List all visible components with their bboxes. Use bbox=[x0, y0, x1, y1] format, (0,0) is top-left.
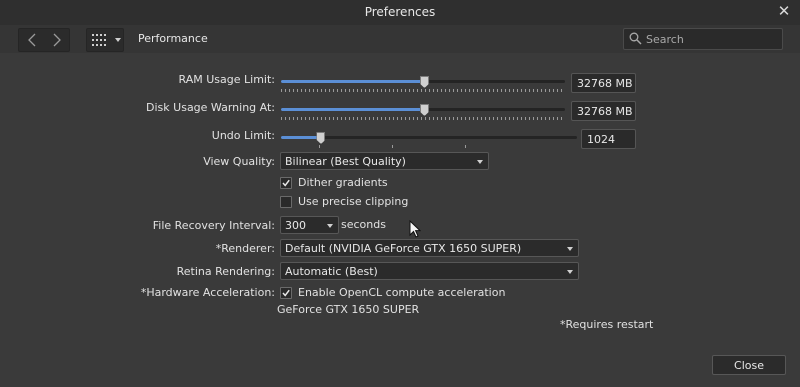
grid-icon bbox=[92, 34, 106, 46]
checkbox-box[interactable] bbox=[280, 195, 292, 208]
renderer-dropdown[interactable]: Default (NVIDIA GeForce GTX 1650 SUPER) bbox=[280, 239, 579, 257]
close-icon[interactable]: ✕ bbox=[776, 3, 792, 19]
window-title: Preferences bbox=[364, 5, 436, 19]
checkmark-icon bbox=[282, 179, 290, 187]
dither-gradients-checkbox[interactable]: Dither gradients bbox=[280, 176, 388, 189]
ram-usage-label: RAM Usage Limit: bbox=[178, 73, 275, 86]
caret-down-icon bbox=[567, 270, 573, 274]
slider-ticks bbox=[281, 117, 565, 120]
retina-rendering-value: Automatic (Best) bbox=[285, 265, 378, 278]
renderer-label: *Renderer: bbox=[215, 242, 275, 255]
ram-usage-slider[interactable] bbox=[281, 76, 565, 96]
opencl-label: Enable OpenCL compute acceleration bbox=[298, 286, 506, 299]
checkmark-icon bbox=[282, 289, 290, 297]
undo-limit-value[interactable]: 1024 bbox=[581, 129, 636, 149]
nav-buttons bbox=[18, 28, 70, 52]
slider-thumb[interactable] bbox=[420, 104, 429, 116]
gpu-name: GeForce GTX 1650 SUPER bbox=[277, 303, 420, 316]
view-quality-value: Bilinear (Best Quality) bbox=[285, 155, 406, 168]
slider-fill bbox=[281, 136, 320, 139]
view-quality-label: View Quality: bbox=[203, 155, 275, 168]
section-title: Performance bbox=[138, 32, 208, 45]
disk-warning-slider[interactable] bbox=[281, 104, 565, 124]
undo-limit-slider[interactable] bbox=[281, 132, 577, 152]
checkbox-box[interactable] bbox=[280, 286, 292, 299]
slider-fill bbox=[281, 80, 423, 83]
precise-clipping-label: Use precise clipping bbox=[298, 195, 409, 208]
slider-fill bbox=[281, 108, 423, 111]
renderer-value: Default (NVIDIA GeForce GTX 1650 SUPER) bbox=[285, 242, 522, 255]
restart-note: *Requires restart bbox=[560, 318, 654, 331]
retina-rendering-dropdown[interactable]: Automatic (Best) bbox=[280, 262, 579, 280]
caret-down-icon bbox=[115, 38, 121, 42]
search-input[interactable] bbox=[646, 31, 776, 47]
caret-down-icon bbox=[567, 247, 573, 251]
caret-down-icon bbox=[477, 160, 483, 164]
precise-clipping-checkbox[interactable]: Use precise clipping bbox=[280, 195, 408, 208]
chevron-left-icon bbox=[27, 33, 35, 47]
slider-thumb[interactable] bbox=[420, 76, 429, 88]
slider-tick bbox=[465, 145, 466, 148]
search-icon bbox=[629, 32, 642, 45]
caret-down-icon bbox=[327, 224, 333, 228]
file-recovery-label: File Recovery Interval: bbox=[152, 219, 275, 232]
checkbox-box[interactable] bbox=[280, 176, 292, 189]
search-box[interactable] bbox=[623, 28, 783, 50]
hardware-acceleration-label: *Hardware Acceleration: bbox=[140, 286, 275, 299]
ram-usage-value[interactable]: 32768 MB bbox=[571, 73, 636, 93]
file-recovery-dropdown[interactable]: 300 bbox=[280, 216, 339, 234]
view-quality-dropdown[interactable]: Bilinear (Best Quality) bbox=[280, 152, 489, 170]
mouse-cursor-icon bbox=[409, 220, 421, 238]
disk-warning-value[interactable]: 32768 MB bbox=[571, 101, 636, 121]
slider-thumb[interactable] bbox=[316, 132, 326, 144]
slider-tick bbox=[392, 145, 393, 148]
opencl-checkbox[interactable]: Enable OpenCL compute acceleration bbox=[280, 286, 505, 299]
show-all-button[interactable] bbox=[86, 28, 124, 52]
chevron-right-icon bbox=[53, 33, 61, 47]
disk-warning-label: Disk Usage Warning At: bbox=[146, 101, 275, 114]
slider-tick bbox=[319, 145, 320, 148]
forward-button[interactable] bbox=[44, 29, 69, 51]
dither-gradients-label: Dither gradients bbox=[298, 176, 388, 189]
file-recovery-unit: seconds bbox=[341, 218, 386, 231]
back-button[interactable] bbox=[19, 29, 44, 51]
title-bar: Preferences ✕ bbox=[0, 0, 800, 26]
slider-ticks bbox=[281, 89, 565, 92]
undo-limit-label: Undo Limit: bbox=[211, 129, 275, 142]
close-button[interactable]: Close bbox=[712, 355, 786, 375]
file-recovery-value: 300 bbox=[285, 219, 306, 232]
retina-rendering-label: Retina Rendering: bbox=[176, 265, 275, 278]
